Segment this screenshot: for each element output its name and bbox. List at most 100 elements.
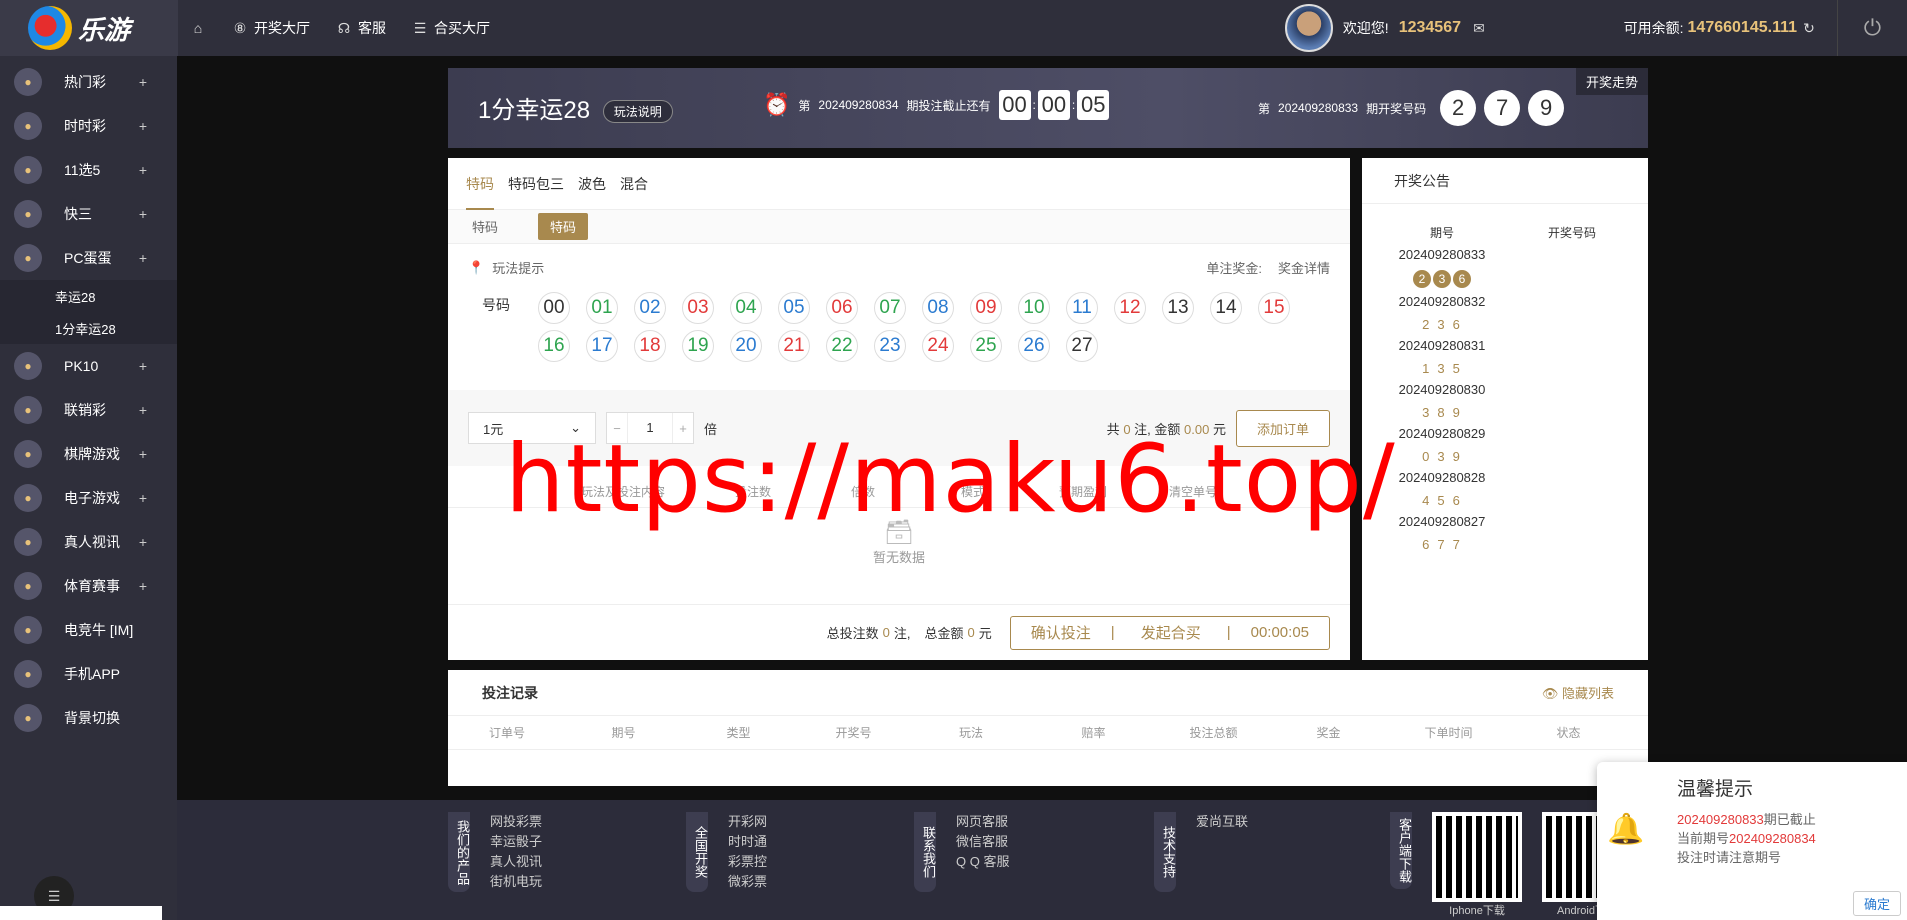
footer-link[interactable]: 网页客服: [956, 812, 1009, 832]
footer-link[interactable]: 网投彩票: [490, 812, 542, 832]
ball-icon: ●: [14, 572, 42, 600]
prize-detail-link[interactable]: 奖金详情: [1278, 258, 1330, 277]
number-ball[interactable]: 13: [1162, 292, 1194, 324]
sidebar-subitem[interactable]: 1分幸运28: [0, 312, 177, 344]
rules-button[interactable]: 玩法说明: [602, 100, 673, 124]
expand-icon[interactable]: +: [139, 490, 147, 506]
sidebar-item[interactable]: ● 时时彩 +: [0, 104, 177, 148]
sidebar-subitem[interactable]: 幸运28: [0, 280, 177, 312]
number-ball[interactable]: 01: [586, 292, 618, 324]
brand-logo[interactable]: 乐游: [0, 0, 178, 56]
expand-icon[interactable]: +: [139, 162, 147, 178]
avatar[interactable]: [1284, 4, 1333, 52]
number-ball[interactable]: 24: [922, 330, 954, 362]
number-ball[interactable]: 15: [1258, 292, 1290, 324]
tab-special[interactable]: 特码: [466, 158, 494, 210]
username[interactable]: 1234567: [1399, 19, 1461, 37]
expand-icon[interactable]: +: [139, 358, 147, 374]
tab-special-three[interactable]: 特码包三: [508, 174, 564, 194]
footer-link[interactable]: 微信客服: [956, 832, 1009, 852]
sidebar-item[interactable]: ● 电子游戏 +: [0, 476, 177, 520]
expand-icon[interactable]: +: [139, 118, 147, 134]
subtab-special[interactable]: 特码: [538, 213, 589, 240]
footer-link[interactable]: 爱尚互联: [1196, 812, 1248, 832]
number-ball[interactable]: 04: [730, 292, 762, 324]
expand-icon[interactable]: +: [139, 206, 147, 222]
play-hint[interactable]: 玩法提示: [492, 258, 544, 277]
ok-button[interactable]: 确定: [1852, 891, 1901, 916]
draw-row: 202409280830 3 8 9: [1362, 382, 1522, 420]
sidebar: ● 热门彩 + ● 时时彩 + ● 11选5 + ● 快三 + ● PC蛋蛋 + 幸运28 1分幸运28 ●…: [0, 56, 177, 920]
sidebar-item[interactable]: ● 手机APP: [0, 652, 177, 696]
number-ball[interactable]: 00: [538, 292, 570, 324]
number-ball[interactable]: 08: [922, 292, 954, 324]
number-ball[interactable]: 14: [1210, 292, 1242, 324]
footer-link[interactable]: 幸运骰子: [490, 832, 542, 852]
number-ball[interactable]: 06: [826, 292, 858, 324]
sidebar-item[interactable]: ● 电竞牛 [IM]: [0, 608, 177, 652]
number-ball[interactable]: 27: [1066, 330, 1098, 362]
footer-link[interactable]: 时时通: [728, 832, 767, 852]
tab-mixed[interactable]: 混合: [620, 174, 648, 194]
number-ball[interactable]: 10: [1018, 292, 1050, 324]
iphone-qr[interactable]: Iphone下载: [1432, 812, 1522, 918]
footer-link[interactable]: 彩票控: [728, 852, 767, 872]
logout-button[interactable]: ⏻: [1837, 0, 1907, 56]
number-ball[interactable]: 02: [634, 292, 666, 324]
number-ball[interactable]: 18: [634, 330, 666, 362]
confirm-bet-button[interactable]: 确认投注: [1011, 622, 1111, 643]
group-buy-button[interactable]: 发起合买: [1115, 622, 1227, 643]
footer-link[interactable]: 真人视讯: [490, 852, 542, 872]
number-ball[interactable]: 25: [970, 330, 1002, 362]
sidebar-item[interactable]: ● 体育赛事 +: [0, 564, 177, 608]
lottery-header: 1分幸运28 玩法说明 ⏰ 第 202409280834 期投注截止还有 00:…: [448, 68, 1648, 148]
number-ball[interactable]: 09: [970, 292, 1002, 324]
draw-header: 期号 开奖号码: [1362, 204, 1648, 247]
eye-icon: 👁: [1541, 686, 1559, 701]
number-ball[interactable]: 16: [538, 330, 570, 362]
footer-link[interactable]: 街机电玩: [490, 872, 542, 892]
sidebar-item[interactable]: ● 真人视讯 +: [0, 520, 177, 564]
expand-icon[interactable]: +: [139, 74, 147, 90]
number-ball[interactable]: 05: [778, 292, 810, 324]
sidebar-item[interactable]: ● 快三 +: [0, 192, 177, 236]
number-ball[interactable]: 20: [730, 330, 762, 362]
home-button[interactable]: ⌂: [190, 20, 206, 36]
expand-icon[interactable]: +: [139, 402, 147, 418]
number-ball[interactable]: 07: [874, 292, 906, 324]
nav-group-buy[interactable]: ☰ 合买大厅: [412, 18, 490, 38]
sidebar-item[interactable]: ● PC蛋蛋 +: [0, 236, 177, 280]
number-ball[interactable]: 19: [682, 330, 714, 362]
expand-icon[interactable]: +: [139, 446, 147, 462]
number-ball[interactable]: 12: [1114, 292, 1146, 324]
sidebar-item[interactable]: ● PK10 +: [0, 344, 177, 388]
expand-icon[interactable]: +: [139, 578, 147, 594]
lottery-name: 1分幸运28: [478, 97, 591, 124]
number-ball[interactable]: 11: [1066, 292, 1098, 324]
sidebar-item[interactable]: ● 棋牌游戏 +: [0, 432, 177, 476]
number-ball[interactable]: 23: [874, 330, 906, 362]
mail-icon[interactable]: ✉: [1471, 20, 1487, 36]
egg-icon: ●: [14, 244, 42, 272]
footer-link[interactable]: 微彩票: [728, 872, 767, 892]
nav-service[interactable]: ☊ 客服: [336, 18, 386, 38]
hide-list-button[interactable]: 👁 隐藏列表: [1542, 683, 1614, 702]
number-ball[interactable]: 22: [826, 330, 858, 362]
billiard-ball-icon: ⑧: [233, 19, 247, 36]
sidebar-item[interactable]: ● 联销彩 +: [0, 388, 177, 432]
number-ball[interactable]: 03: [682, 292, 714, 324]
footer-link[interactable]: 开彩网: [728, 812, 767, 832]
refresh-icon[interactable]: ↻: [1801, 20, 1817, 36]
number-ball[interactable]: 17: [586, 330, 618, 362]
expand-icon[interactable]: +: [139, 250, 147, 266]
sidebar-item[interactable]: ● 热门彩 +: [0, 60, 177, 104]
expand-icon[interactable]: +: [139, 534, 147, 550]
footer-link[interactable]: Q Q 客服: [956, 852, 1009, 872]
nav-draw-hall[interactable]: ⑧ 开奖大厅: [232, 18, 310, 38]
sidebar-item[interactable]: ● 背景切换: [0, 696, 177, 740]
number-ball[interactable]: 21: [778, 330, 810, 362]
sidebar-item[interactable]: ● 11选5 +: [0, 148, 177, 192]
number-ball[interactable]: 26: [1018, 330, 1050, 362]
tab-color[interactable]: 波色: [578, 174, 606, 194]
trend-button[interactable]: 开奖走势: [1575, 68, 1648, 95]
